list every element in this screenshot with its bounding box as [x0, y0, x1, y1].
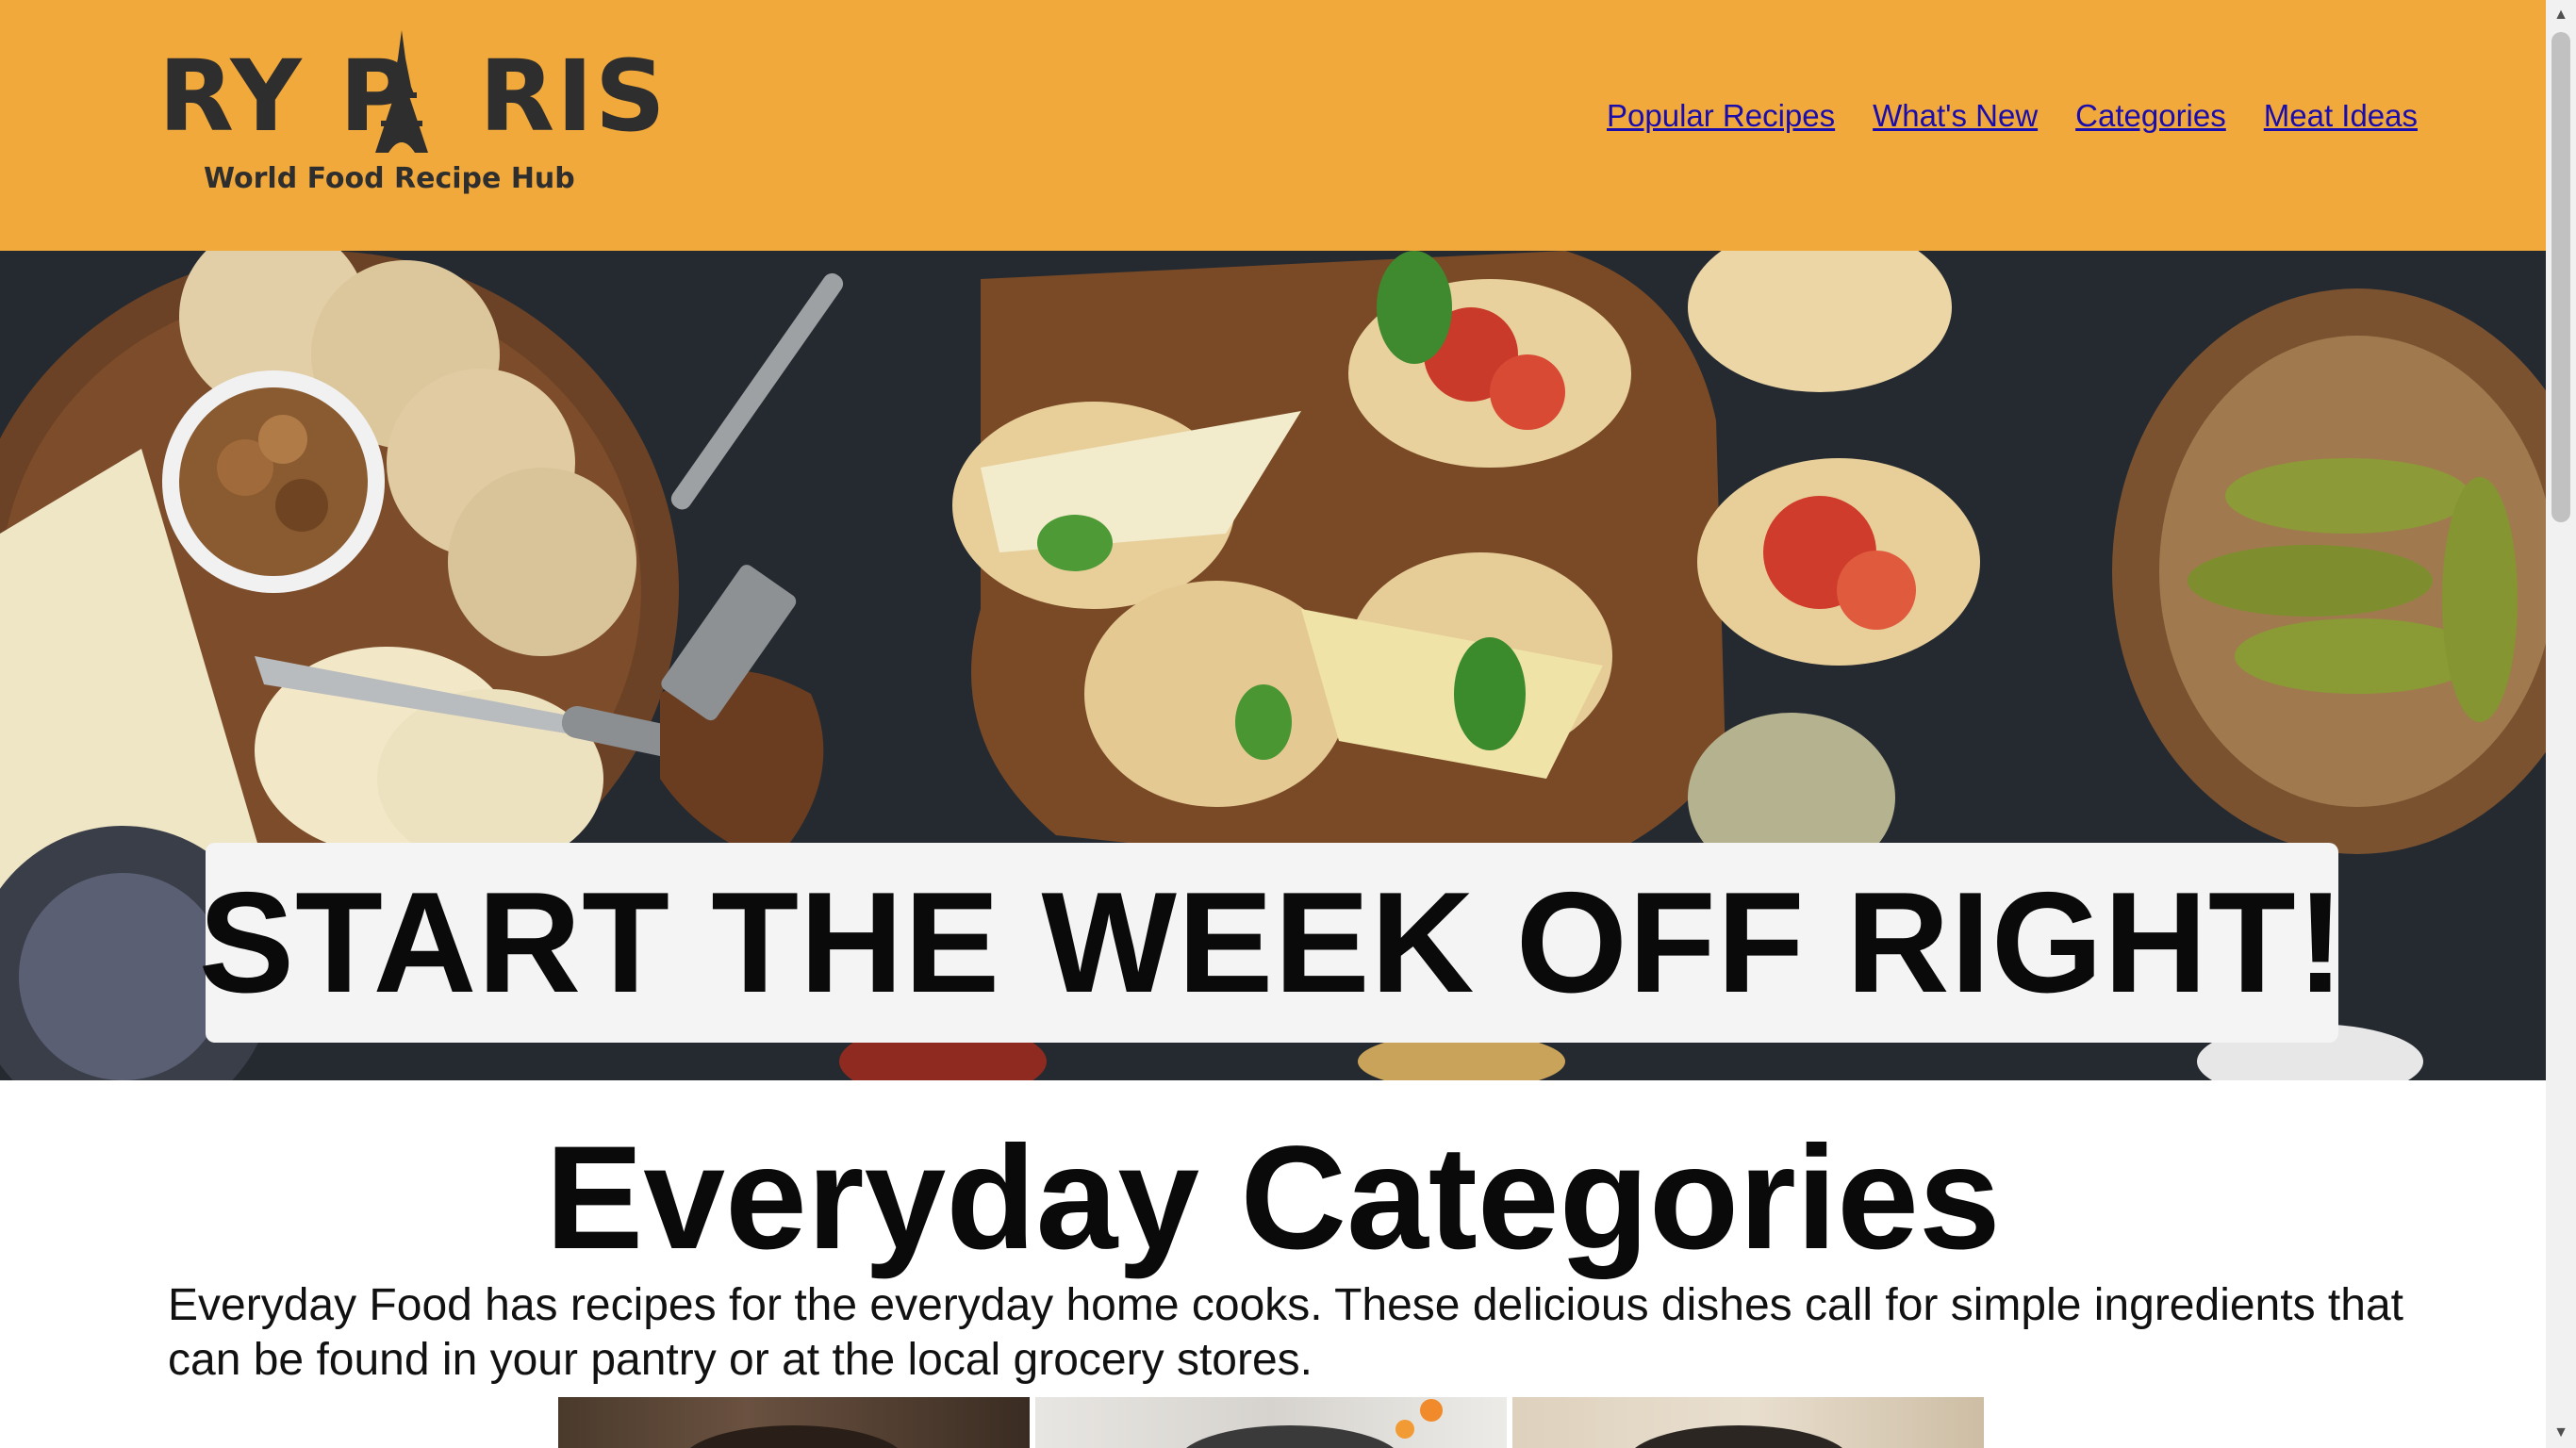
nav-link-categories[interactable]: Categories: [2075, 98, 2226, 134]
dark-pan-image: [690, 1425, 898, 1448]
main-nav: Popular Recipes What's New Categories Me…: [1607, 98, 2418, 134]
tomato-bowl-image: [1186, 1399, 1443, 1448]
scrollbar-thumb[interactable]: [2551, 32, 2570, 522]
site-header: RY P RIS World Food Recipe Hub Popular Re…: [0, 0, 2546, 251]
category-image-2[interactable]: [1035, 1397, 1507, 1448]
scroll-down-arrow-icon[interactable]: ▼: [2546, 1418, 2576, 1448]
nav-link-meat-ideas[interactable]: Meat Ideas: [2264, 98, 2418, 134]
nav-link-whats-new[interactable]: What's New: [1873, 98, 2038, 134]
skillet-image: [1635, 1425, 1842, 1448]
eiffel-tower-icon: [375, 30, 428, 153]
site-logo[interactable]: RY P RIS World Food Recipe Hub: [158, 30, 666, 206]
category-image-1[interactable]: [558, 1397, 1030, 1448]
scroll-up-arrow-icon[interactable]: ▲: [2546, 0, 2576, 30]
logo-text-right: RIS: [479, 39, 668, 154]
intro-paragraph: Everyday Food has recipes for the everyd…: [168, 1280, 2403, 1385]
hero-banner: START THE WEEK OFF RIGHT!: [199, 843, 2344, 1043]
logo-tagline: World Food Recipe Hub: [204, 162, 575, 195]
hero-section: START THE WEEK OFF RIGHT!: [0, 251, 2546, 1080]
section-title: Everyday Categories: [545, 1116, 2001, 1280]
nav-link-popular-recipes[interactable]: Popular Recipes: [1607, 98, 1835, 134]
category-thumbnails: [558, 1397, 1984, 1448]
hero-banner-text: START THE WEEK OFF RIGHT!: [198, 862, 2346, 1023]
page-scrollbar[interactable]: ▲ ▼: [2546, 0, 2576, 1448]
category-image-3[interactable]: [1512, 1397, 1984, 1448]
